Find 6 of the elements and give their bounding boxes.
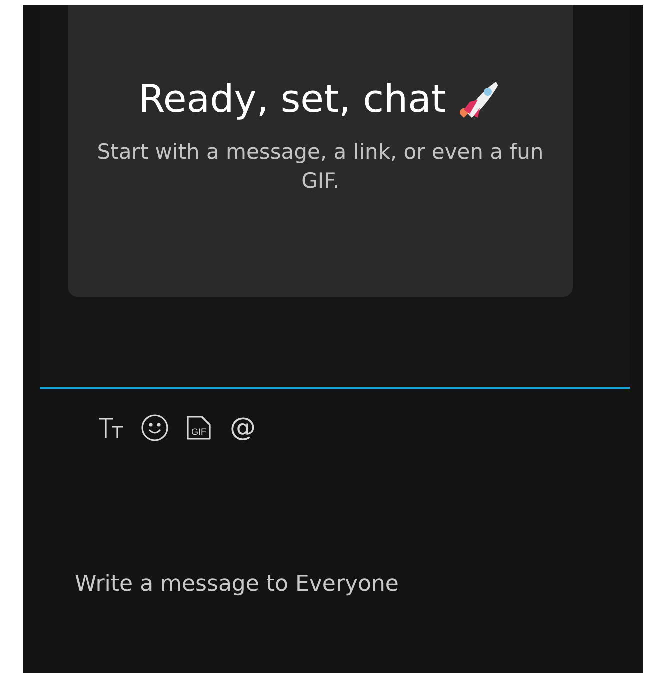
mention-button[interactable]: @ <box>228 413 258 443</box>
message-input[interactable]: Write a message to Everyone <box>75 568 595 601</box>
emoji-button[interactable] <box>140 413 170 443</box>
empty-state-title: Ready, set, chat <box>138 76 446 123</box>
empty-state-text: Start with a message, a link, or even a fun GIF. <box>96 139 545 196</box>
gif-button[interactable]: GIF <box>184 413 214 443</box>
